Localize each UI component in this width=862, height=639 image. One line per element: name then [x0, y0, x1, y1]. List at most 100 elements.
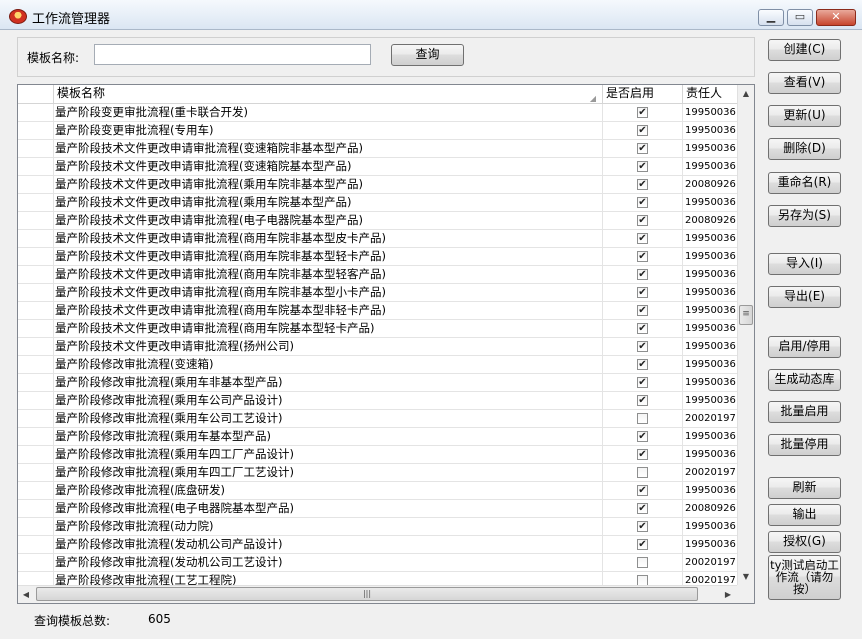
- row-selector[interactable]: [18, 356, 54, 373]
- close-button[interactable]: ✕: [816, 9, 856, 26]
- enabled-checkbox[interactable]: ✔: [637, 521, 648, 532]
- row-selector[interactable]: [18, 158, 54, 175]
- table-row[interactable]: 量产阶段技术文件更改申请审批流程(商用车院基本型轻卡产品) ✔ 19950036: [18, 320, 737, 338]
- table-row[interactable]: 量产阶段修改审批流程(乘用车非基本型产品) ✔ 19950036: [18, 374, 737, 392]
- row-selector[interactable]: [18, 122, 54, 139]
- row-selector[interactable]: [18, 338, 54, 355]
- vertical-scrollbar[interactable]: ▲ ≡ ▼: [737, 85, 754, 585]
- enabled-checkbox[interactable]: ✔: [637, 431, 648, 442]
- table-row[interactable]: 量产阶段变更审批流程(重卡联合开发) ✔ 19950036: [18, 104, 737, 122]
- table-row[interactable]: 量产阶段修改审批流程(电子电器院基本型产品) ✔ 20080926: [18, 500, 737, 518]
- scroll-right-icon[interactable]: ▶: [720, 586, 736, 603]
- table-row[interactable]: 量产阶段技术文件更改申请审批流程(商用车院非基本型轻客产品) ✔ 19950036: [18, 266, 737, 284]
- column-header-template-name[interactable]: 模板名称 ◢: [54, 85, 603, 103]
- enabled-checkbox[interactable]: ✔: [637, 125, 648, 136]
- generate-dynamic-library-button[interactable]: 生成动态库: [768, 369, 841, 391]
- enabled-checkbox[interactable]: [637, 557, 648, 568]
- enabled-checkbox[interactable]: ✔: [637, 107, 648, 118]
- enabled-checkbox[interactable]: ✔: [637, 395, 648, 406]
- row-selector[interactable]: [18, 194, 54, 211]
- row-selector[interactable]: [18, 230, 54, 247]
- table-row[interactable]: 量产阶段技术文件更改申请审批流程(变速箱院非基本型产品) ✔ 19950036: [18, 140, 737, 158]
- table-row[interactable]: 量产阶段技术文件更改申请审批流程(商用车院非基本型皮卡产品) ✔ 19950036: [18, 230, 737, 248]
- delete-button[interactable]: 删除(D): [768, 138, 841, 160]
- test-start-workflow-button[interactable]: ty测试启动工作流（请勿按）: [768, 555, 841, 600]
- template-name-input[interactable]: [94, 44, 371, 65]
- save-as-button[interactable]: 另存为(S): [768, 205, 841, 227]
- enabled-checkbox[interactable]: ✔: [637, 269, 648, 280]
- table-row[interactable]: 量产阶段修改审批流程(发动机公司产品设计) ✔ 19950036: [18, 536, 737, 554]
- enabled-checkbox[interactable]: ✔: [637, 305, 648, 316]
- table-row[interactable]: 量产阶段修改审批流程(乘用车公司工艺设计) 20020197: [18, 410, 737, 428]
- row-selector[interactable]: [18, 464, 54, 481]
- authorize-button[interactable]: 授权(G): [768, 531, 841, 553]
- enabled-checkbox[interactable]: ✔: [637, 377, 648, 388]
- enabled-checkbox[interactable]: ✔: [637, 287, 648, 298]
- table-row[interactable]: 量产阶段技术文件更改申请审批流程(乘用车院基本型产品) ✔ 19950036: [18, 194, 737, 212]
- enabled-checkbox[interactable]: ✔: [637, 161, 648, 172]
- view-button[interactable]: 查看(V): [768, 72, 841, 94]
- enable-disable-button[interactable]: 启用/停用: [768, 336, 841, 358]
- batch-disable-button[interactable]: 批量停用: [768, 434, 841, 456]
- row-selector[interactable]: [18, 140, 54, 157]
- enabled-checkbox[interactable]: ✔: [637, 449, 648, 460]
- table-row[interactable]: 量产阶段修改审批流程(动力院) ✔ 19950036: [18, 518, 737, 536]
- enabled-checkbox[interactable]: ✔: [637, 179, 648, 190]
- row-selector[interactable]: [18, 104, 54, 121]
- scroll-down-icon[interactable]: ▼: [738, 568, 754, 585]
- scroll-left-icon[interactable]: ◀: [18, 586, 34, 603]
- row-selector[interactable]: [18, 284, 54, 301]
- table-row[interactable]: 量产阶段修改审批流程(变速箱) ✔ 19950036: [18, 356, 737, 374]
- table-row[interactable]: 量产阶段技术文件更改申请审批流程(商用车院基本型非轻卡产品) ✔ 19950036: [18, 302, 737, 320]
- minimize-button[interactable]: ▁: [758, 9, 784, 26]
- table-row[interactable]: 量产阶段修改审批流程(乘用车四工厂产品设计) ✔ 19950036: [18, 446, 737, 464]
- enabled-checkbox[interactable]: ✔: [637, 485, 648, 496]
- enabled-checkbox[interactable]: ✔: [637, 251, 648, 262]
- enabled-checkbox[interactable]: [637, 413, 648, 424]
- enabled-checkbox[interactable]: ✔: [637, 233, 648, 244]
- horizontal-scroll-thumb[interactable]: |||: [36, 587, 698, 601]
- row-selector[interactable]: [18, 500, 54, 517]
- create-button[interactable]: 创建(C): [768, 39, 841, 61]
- table-row[interactable]: 量产阶段修改审批流程(乘用车四工厂工艺设计) 20020197: [18, 464, 737, 482]
- batch-enable-button[interactable]: 批量启用: [768, 401, 841, 423]
- table-row[interactable]: 量产阶段变更审批流程(专用车) ✔ 19950036: [18, 122, 737, 140]
- row-selector[interactable]: [18, 302, 54, 319]
- enabled-checkbox[interactable]: ✔: [637, 143, 648, 154]
- enabled-checkbox[interactable]: ✔: [637, 341, 648, 352]
- output-button[interactable]: 输出: [768, 504, 841, 526]
- table-row[interactable]: 量产阶段技术文件更改申请审批流程(变速箱院基本型产品) ✔ 19950036: [18, 158, 737, 176]
- table-row[interactable]: 量产阶段修改审批流程(底盘研发) ✔ 19950036: [18, 482, 737, 500]
- table-row[interactable]: 量产阶段技术文件更改申请审批流程(扬州公司) ✔ 19950036: [18, 338, 737, 356]
- update-button[interactable]: 更新(U): [768, 105, 841, 127]
- export-button[interactable]: 导出(E): [768, 286, 841, 308]
- scroll-thumb[interactable]: ≡: [739, 305, 753, 325]
- row-selector[interactable]: [18, 212, 54, 229]
- table-row[interactable]: 量产阶段技术文件更改申请审批流程(电子电器院基本型产品) ✔ 20080926: [18, 212, 737, 230]
- enabled-checkbox[interactable]: ✔: [637, 197, 648, 208]
- row-selector[interactable]: [18, 320, 54, 337]
- table-row[interactable]: 量产阶段技术文件更改申请审批流程(商用车院非基本型轻卡产品) ✔ 19950036: [18, 248, 737, 266]
- row-selector[interactable]: [18, 374, 54, 391]
- table-row[interactable]: 量产阶段修改审批流程(乘用车基本型产品) ✔ 19950036: [18, 428, 737, 446]
- row-selector[interactable]: [18, 266, 54, 283]
- table-row[interactable]: 量产阶段修改审批流程(乘用车公司产品设计) ✔ 19950036: [18, 392, 737, 410]
- table-row[interactable]: 量产阶段技术文件更改申请审批流程(商用车院非基本型小卡产品) ✔ 19950036: [18, 284, 737, 302]
- enabled-checkbox[interactable]: ✔: [637, 215, 648, 226]
- enabled-checkbox[interactable]: ✔: [637, 359, 648, 370]
- enabled-checkbox[interactable]: [637, 467, 648, 478]
- column-header-enabled[interactable]: 是否启用: [603, 85, 683, 103]
- enabled-checkbox[interactable]: ✔: [637, 539, 648, 550]
- row-selector[interactable]: [18, 482, 54, 499]
- enabled-checkbox[interactable]: ✔: [637, 323, 648, 334]
- restore-button[interactable]: ▭: [787, 9, 813, 26]
- query-button[interactable]: 查询: [391, 44, 464, 66]
- table-row[interactable]: 量产阶段修改审批流程(发动机公司工艺设计) 20020197: [18, 554, 737, 572]
- rename-button[interactable]: 重命名(R): [768, 172, 841, 194]
- row-selector[interactable]: [18, 428, 54, 445]
- scroll-up-icon[interactable]: ▲: [738, 85, 754, 102]
- column-header-owner[interactable]: 责任人: [683, 85, 737, 103]
- row-selector[interactable]: [18, 410, 54, 427]
- row-selector[interactable]: [18, 248, 54, 265]
- row-selector[interactable]: [18, 176, 54, 193]
